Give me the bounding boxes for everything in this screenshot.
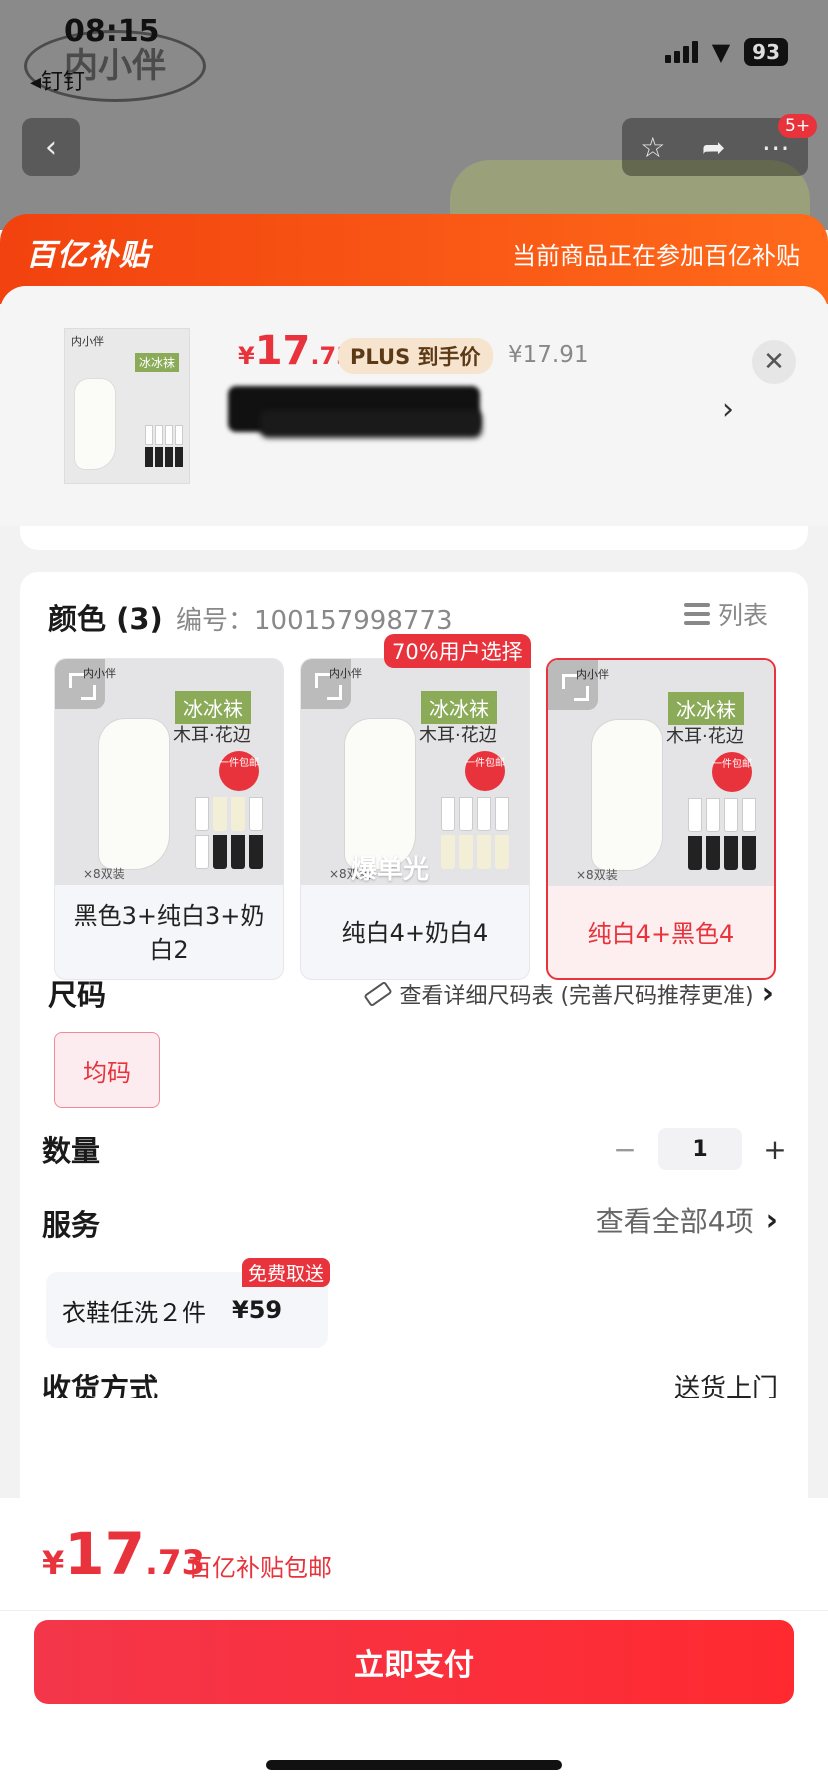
list-view-toggle[interactable]: 列表: [683, 596, 768, 632]
variant-sub: 木耳·花边: [666, 726, 744, 747]
delivery-title: 收货方式: [42, 1372, 159, 1398]
thumb-tag: 冰冰袜: [135, 353, 180, 372]
color-variant-2[interactable]: 内小伴 冰冰袜 木耳·花边 一件包邮 ×8双装 爆单光 纯白4+奶白4: [300, 658, 530, 980]
quantity-stepper: − 1 +: [610, 1128, 790, 1170]
status-back-app[interactable]: ◂钉钉: [30, 64, 85, 96]
wifi-icon: ▼: [711, 38, 731, 66]
variant-image: 内小伴 冰冰袜 木耳·花边 一件包邮 ×8双装: [548, 660, 774, 886]
popular-badge: 70%用户选择: [384, 634, 531, 668]
variant-tag: 冰冰袜: [175, 691, 251, 724]
services-all-link[interactable]: 查看全部4项 ›: [596, 1200, 778, 1240]
color-variant-1[interactable]: 内小伴 冰冰袜 木耳·花边 一件包邮 ×8双装 黑色3+纯白3+奶白2: [54, 658, 284, 980]
services-all-label: 查看全部4项: [595, 1205, 754, 1238]
quantity-title: 数量: [42, 1134, 101, 1168]
variant-tag: 冰冰袜: [421, 691, 497, 724]
variant-pairs: [195, 797, 263, 869]
size-title: 尺码: [48, 978, 107, 1012]
product-summary: 内小伴 冰冰袜 ¥17.73 PLUS 到手价 ¥17.91 ✕ ›: [0, 286, 828, 526]
free-shipping-badge: 一件包邮: [465, 751, 505, 791]
variant-sock-image: [345, 719, 415, 869]
variant-pairs: [441, 797, 509, 869]
variant-caption: ×8双装: [83, 867, 125, 881]
chevron-right-icon: ›: [761, 976, 774, 1011]
free-shipping-badge: 一件包邮: [219, 751, 259, 791]
increase-button[interactable]: +: [760, 1133, 790, 1166]
free-shipping-badge: 一件包邮: [712, 752, 752, 792]
expand-icon[interactable]: [301, 659, 351, 709]
redacted-title-2: [260, 410, 482, 438]
plus-price-pill: PLUS 到手价: [338, 338, 493, 374]
service-name: 衣鞋任洗２件: [62, 1298, 206, 1327]
signal-icon: [664, 41, 698, 63]
delivery-row[interactable]: 收货方式 送货上门: [42, 1362, 808, 1398]
variant-pairs: [688, 798, 756, 870]
quantity-value[interactable]: 1: [658, 1128, 742, 1170]
variant-sub: 木耳·花边: [419, 725, 497, 746]
original-price: ¥17.91: [508, 342, 589, 368]
variant-label: 纯白4+黑色4: [587, 920, 735, 948]
list-icon: [683, 601, 710, 627]
decrease-button[interactable]: −: [610, 1133, 640, 1166]
message-badge: 5+: [778, 114, 818, 138]
color-title: 颜色 (3): [48, 602, 163, 636]
subsidy-text: 当前商品正在参加百亿补贴: [512, 242, 800, 270]
options-card: 颜色 (3) 编号：100157998773 列表 70%用户选择 内小伴 冰冰…: [20, 572, 808, 1506]
battery-icon: 93: [744, 38, 788, 66]
pay-now-button[interactable]: 立即支付: [34, 1620, 794, 1704]
variant-sock-image: [592, 720, 662, 870]
thumb-brand: 内小伴: [71, 335, 104, 348]
size-guide-label: 查看详细尺码表 (完善尺码推荐更准): [399, 983, 754, 1009]
thumb-pairs: [145, 425, 183, 467]
chevron-right-icon: ›: [765, 1202, 778, 1238]
status-icons: ▼ 93: [664, 38, 788, 66]
color-variants: 内小伴 冰冰袜 木耳·花边 一件包邮 ×8双装 黑色3+纯白3+奶白2 内小伴: [54, 658, 776, 980]
expand-icon[interactable]: [548, 660, 598, 710]
expand-icon[interactable]: [55, 659, 105, 709]
divider: [0, 1610, 828, 1611]
total-note: 百亿补贴包邮: [188, 1554, 332, 1582]
share-icon[interactable]: ➦: [702, 131, 725, 164]
services-title: 服务: [42, 1208, 101, 1242]
chevron-left-icon: ‹: [45, 129, 57, 165]
ruler-icon: [363, 980, 394, 1007]
service-price: ¥59: [232, 1296, 283, 1324]
back-button[interactable]: ‹: [22, 118, 80, 176]
variant-sock-image: [99, 719, 169, 869]
variant-tag: 冰冰袜: [668, 692, 744, 725]
variant-sub: 木耳·花边: [173, 725, 251, 746]
price-currency: ¥: [238, 342, 255, 370]
free-pickup-badge: 免费取送: [242, 1258, 331, 1287]
variant-image: 内小伴 冰冰袜 木耳·花边 一件包邮 ×8双装: [55, 659, 283, 885]
close-icon: ✕: [763, 347, 785, 377]
total-price: ¥17.73: [42, 1520, 205, 1588]
product-price: ¥17.73: [238, 328, 353, 374]
variant-image: 内小伴 冰冰袜 木耳·花边 一件包邮 ×8双装 爆单光: [301, 659, 529, 885]
list-label: 列表: [717, 601, 768, 630]
total-integer: 17: [64, 1520, 145, 1588]
star-icon[interactable]: ☆: [640, 131, 665, 164]
variant-caption: ×8双装: [576, 868, 618, 882]
color-variant-3[interactable]: 内小伴 冰冰袜 木耳·花边 一件包邮 ×8双装 纯白4+黑色4: [546, 658, 776, 980]
variant-label: 黑色3+纯白3+奶白2: [73, 902, 265, 964]
card-divider-strip: [20, 526, 808, 550]
delivery-value: 送货上门: [673, 1374, 778, 1398]
total-currency: ¥: [42, 1544, 65, 1582]
size-guide-link[interactable]: 查看详细尺码表 (完善尺码推荐更准) ›: [363, 976, 774, 1011]
price-integer: 17: [254, 328, 311, 374]
sku-sheet: 内小伴 冰冰袜 ¥17.73 PLUS 到手价 ¥17.91 ✕ › 颜色 (3…: [0, 286, 828, 1506]
chevron-right-icon[interactable]: ›: [722, 392, 734, 427]
subsidy-logo: 百亿补贴: [26, 238, 150, 273]
checkout-bar: ¥17.73 百亿补贴包邮 立即支付: [0, 1498, 828, 1792]
size-option[interactable]: 均码: [54, 1032, 160, 1108]
sku-number: 编号：100157998773: [176, 606, 453, 636]
thumb-sock-image: [75, 379, 115, 469]
status-time: 08:15: [64, 14, 160, 49]
product-thumbnail[interactable]: 内小伴 冰冰袜: [64, 328, 190, 484]
home-indicator: [266, 1760, 562, 1770]
variant-label: 纯白4+奶白4: [341, 919, 489, 947]
close-button[interactable]: ✕: [752, 340, 796, 384]
variant-overlay-text: 爆单光: [351, 855, 430, 885]
